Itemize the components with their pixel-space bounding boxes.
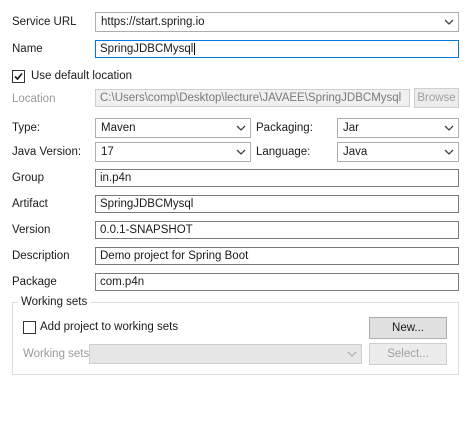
java-version-value: 17 bbox=[101, 146, 114, 158]
group-label: Group bbox=[12, 172, 44, 184]
use-default-location-checkbox[interactable] bbox=[12, 70, 25, 83]
java-version-combo[interactable]: 17 bbox=[95, 142, 251, 162]
language-label: Language: bbox=[256, 146, 311, 158]
add-to-working-sets-label: Add project to working sets bbox=[40, 321, 179, 333]
location-input[interactable]: C:\Users\comp\Desktop\lecture\JAVAEE\Spr… bbox=[95, 89, 410, 107]
name-label: Name bbox=[12, 43, 43, 55]
name-value: SpringJDBCMysql bbox=[100, 43, 194, 55]
description-label: Description bbox=[12, 250, 70, 262]
package-input[interactable]: com.p4n bbox=[95, 273, 459, 291]
checkmark-icon bbox=[14, 72, 23, 81]
name-input[interactable]: SpringJDBCMysql bbox=[95, 40, 459, 58]
type-combo[interactable]: Maven bbox=[95, 118, 251, 138]
chevron-down-icon bbox=[236, 149, 246, 155]
chevron-down-icon bbox=[347, 351, 357, 357]
working-sets-combo[interactable] bbox=[89, 344, 362, 364]
chevron-down-icon bbox=[444, 125, 454, 131]
service-url-label: Service URL bbox=[12, 16, 77, 28]
artifact-label: Artifact bbox=[12, 198, 48, 210]
version-label: Version bbox=[12, 224, 51, 236]
text-caret bbox=[194, 43, 196, 55]
type-value: Maven bbox=[101, 122, 136, 134]
language-combo[interactable]: Java bbox=[337, 142, 459, 162]
new-working-set-button[interactable]: New... bbox=[369, 317, 447, 339]
description-input[interactable]: Demo project for Spring Boot bbox=[95, 247, 459, 265]
type-label: Type: bbox=[12, 122, 41, 134]
chevron-down-icon bbox=[236, 125, 246, 131]
packaging-label: Packaging: bbox=[256, 122, 313, 134]
service-url-value: https://start.spring.io bbox=[101, 16, 205, 28]
version-input[interactable]: 0.0.1-SNAPSHOT bbox=[95, 221, 459, 239]
chevron-down-icon bbox=[444, 19, 454, 25]
location-label: Location bbox=[12, 93, 56, 105]
browse-button[interactable]: Browse bbox=[414, 88, 459, 108]
service-url-combo[interactable]: https://start.spring.io bbox=[95, 12, 459, 32]
working-sets-label: Working sets: bbox=[23, 348, 93, 360]
artifact-input[interactable]: SpringJDBCMysql bbox=[95, 195, 459, 213]
working-sets-title: Working sets bbox=[18, 295, 91, 309]
use-default-location-label: Use default location bbox=[31, 70, 133, 82]
packaging-value: Jar bbox=[343, 122, 359, 134]
language-value: Java bbox=[343, 146, 368, 158]
java-version-label: Java Version: bbox=[12, 146, 82, 158]
add-to-working-sets-checkbox[interactable] bbox=[23, 321, 36, 334]
group-input[interactable]: in.p4n bbox=[95, 169, 459, 187]
chevron-down-icon bbox=[444, 149, 454, 155]
package-label: Package bbox=[12, 276, 57, 288]
packaging-combo[interactable]: Jar bbox=[337, 118, 459, 138]
new-spring-starter-project-page: Service URL https://start.spring.io Name… bbox=[0, 0, 474, 434]
select-working-set-button[interactable]: Select... bbox=[369, 343, 447, 365]
